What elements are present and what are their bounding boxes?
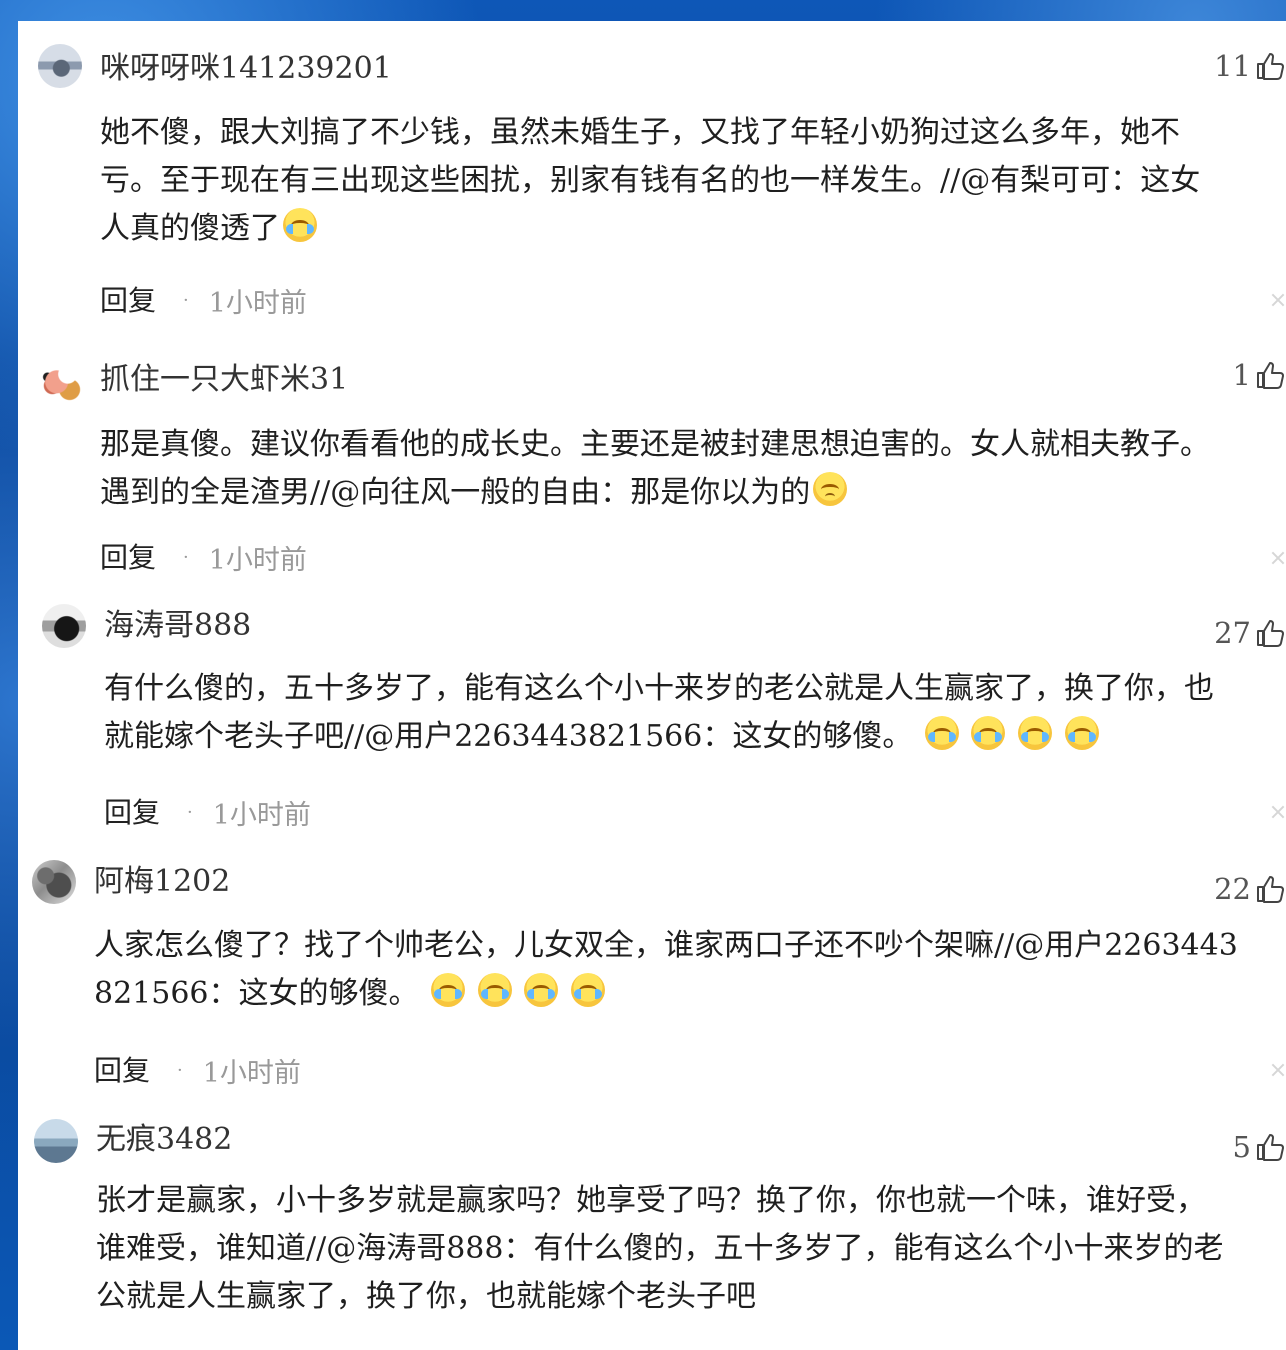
crying-emoji	[570, 973, 605, 1007]
like-button[interactable]: 5	[1233, 1130, 1286, 1164]
comment-line: 人真的傻透了	[100, 205, 1200, 253]
comment-text: 她不傻，跟大刘搞了不少钱，虽然未婚生子，又找了年轻小奶狗过这么多年，她不 亏。至…	[100, 109, 1200, 253]
like-button[interactable]: 22	[1214, 872, 1286, 906]
comment-text: 张才是赢家，小十多岁就是赢家吗？她享受了吗？换了你，你也就一个味，谁好受， 谁难…	[96, 1177, 1223, 1321]
comment-text: 人家怎么傻了？找了个帅老公，儿女双全，谁家两口子还不吵个架嘛//@用户22634…	[94, 922, 1238, 1018]
comment-line-text: 遇到的全是渣男//@向往风一般的自由：那是你以为的	[100, 475, 811, 510]
comment-line: 公就是人生赢家了，换了你，也就能嫁个老头子吧	[96, 1279, 756, 1314]
separator-dot: ·	[177, 1060, 183, 1081]
comment-username[interactable]: 阿梅1202	[94, 863, 230, 901]
close-icon[interactable]	[1270, 292, 1286, 308]
thumb-up-icon	[1257, 362, 1284, 389]
comment-line: 谁难受，谁知道//@海涛哥888：有什么傻的，五十多岁了，能有这么个小十来岁的老	[96, 1231, 1224, 1266]
avatar[interactable]	[42, 604, 86, 648]
thumb-up-icon	[1257, 1134, 1284, 1161]
comment-line: 张才是赢家，小十多岁就是赢家吗？她享受了吗？换了你，你也就一个味，谁好受，	[96, 1183, 1206, 1218]
crying-emoji	[477, 973, 512, 1007]
avatar[interactable]	[38, 44, 82, 88]
comment-line: 遇到的全是渣男//@向往风一般的自由：那是你以为的	[100, 469, 1210, 517]
thumb-up-icon	[1257, 620, 1284, 647]
comment-list: 咪呀呀咪141239201 11 她不傻，跟大刘搞了不少钱，虽然未婚生子，又找了…	[18, 21, 1286, 1350]
separator-dot: ·	[183, 547, 189, 568]
like-count: 22	[1214, 872, 1251, 906]
like-button[interactable]: 27	[1214, 616, 1286, 650]
comment-actions: 回复 · 1小时前	[100, 281, 307, 320]
close-icon[interactable]	[1270, 804, 1286, 820]
comment-text: 有什么傻的，五十多岁了，能有这么个小十来岁的老公就是人生赢家了，换了你，也 就能…	[104, 665, 1214, 761]
reply-button[interactable]: 回复	[104, 796, 160, 830]
timestamp: 1小时前	[208, 288, 307, 319]
comment-actions: 回复 · 1小时前	[94, 1051, 301, 1090]
comment-username[interactable]: 抓住一只大虾米31	[100, 361, 348, 399]
like-count: 5	[1232, 1130, 1251, 1164]
close-icon[interactable]	[1270, 550, 1286, 566]
avatar[interactable]	[36, 354, 84, 402]
crying-emoji	[431, 973, 466, 1007]
crying-emoji	[971, 716, 1006, 750]
comment-line: 她不傻，跟大刘搞了不少钱，虽然未婚生子，又找了年轻小奶狗过这么多年，她不	[100, 115, 1180, 150]
comment-actions: 回复 · 1小时前	[100, 538, 307, 577]
comment-username[interactable]: 海涛哥888	[104, 607, 251, 645]
laughing-crying-emoji	[283, 208, 317, 242]
sad-emoji	[813, 472, 848, 506]
like-count: 11	[1214, 49, 1251, 83]
comment-line: 那是真傻。建议你看看他的成长史。主要还是被封建思想迫害的。女人就相夫教子。	[100, 427, 1210, 462]
comment-line-text: 人真的傻透了	[100, 211, 280, 246]
crying-emoji	[924, 716, 959, 750]
crying-emoji	[524, 973, 559, 1007]
like-count: 1	[1232, 358, 1251, 392]
comment-line: 有什么傻的，五十多岁了，能有这么个小十来岁的老公就是人生赢家了，换了你，也	[104, 671, 1214, 706]
comment-line-text: 821566：这女的够傻。	[94, 976, 419, 1011]
like-count: 27	[1214, 616, 1251, 650]
like-button[interactable]: 1	[1233, 358, 1286, 392]
timestamp: 1小时前	[202, 1058, 301, 1089]
comment-text: 那是真傻。建议你看看他的成长史。主要还是被封建思想迫害的。女人就相夫教子。 遇到…	[100, 421, 1210, 517]
reply-button[interactable]: 回复	[94, 1054, 150, 1088]
comment-line: 821566：这女的够傻。	[94, 970, 1238, 1018]
thumb-up-icon	[1257, 876, 1284, 903]
comment-username[interactable]: 无痕3482	[96, 1121, 232, 1159]
comment-line: 就能嫁个老头子吧//@用户2263443821566：这女的够傻。	[104, 713, 1214, 761]
timestamp: 1小时前	[208, 545, 307, 576]
reply-button[interactable]: 回复	[100, 284, 156, 318]
separator-dot: ·	[187, 802, 193, 823]
avatar[interactable]	[34, 1119, 78, 1163]
timestamp: 1小时前	[212, 800, 311, 831]
separator-dot: ·	[183, 290, 189, 311]
close-icon[interactable]	[1270, 1062, 1286, 1078]
comment-line: 亏。至于现在有三出现这些困扰，别家有钱有名的也一样发生。//@有梨可可：这女	[100, 163, 1201, 198]
reply-button[interactable]: 回复	[100, 541, 156, 575]
comment-actions: 回复 · 1小时前	[104, 793, 311, 832]
crying-emoji	[1064, 716, 1099, 750]
thumb-up-icon	[1257, 53, 1284, 80]
crying-emoji	[1018, 716, 1052, 750]
comment-line: 人家怎么傻了？找了个帅老公，儿女双全，谁家两口子还不吵个架嘛//@用户22634…	[94, 928, 1238, 963]
comment-username[interactable]: 咪呀呀咪141239201	[100, 50, 392, 88]
like-button[interactable]: 11	[1214, 49, 1286, 83]
comment-line-text: 就能嫁个老头子吧//@用户2263443821566：这女的够傻。	[104, 719, 913, 754]
avatar[interactable]	[32, 860, 76, 904]
